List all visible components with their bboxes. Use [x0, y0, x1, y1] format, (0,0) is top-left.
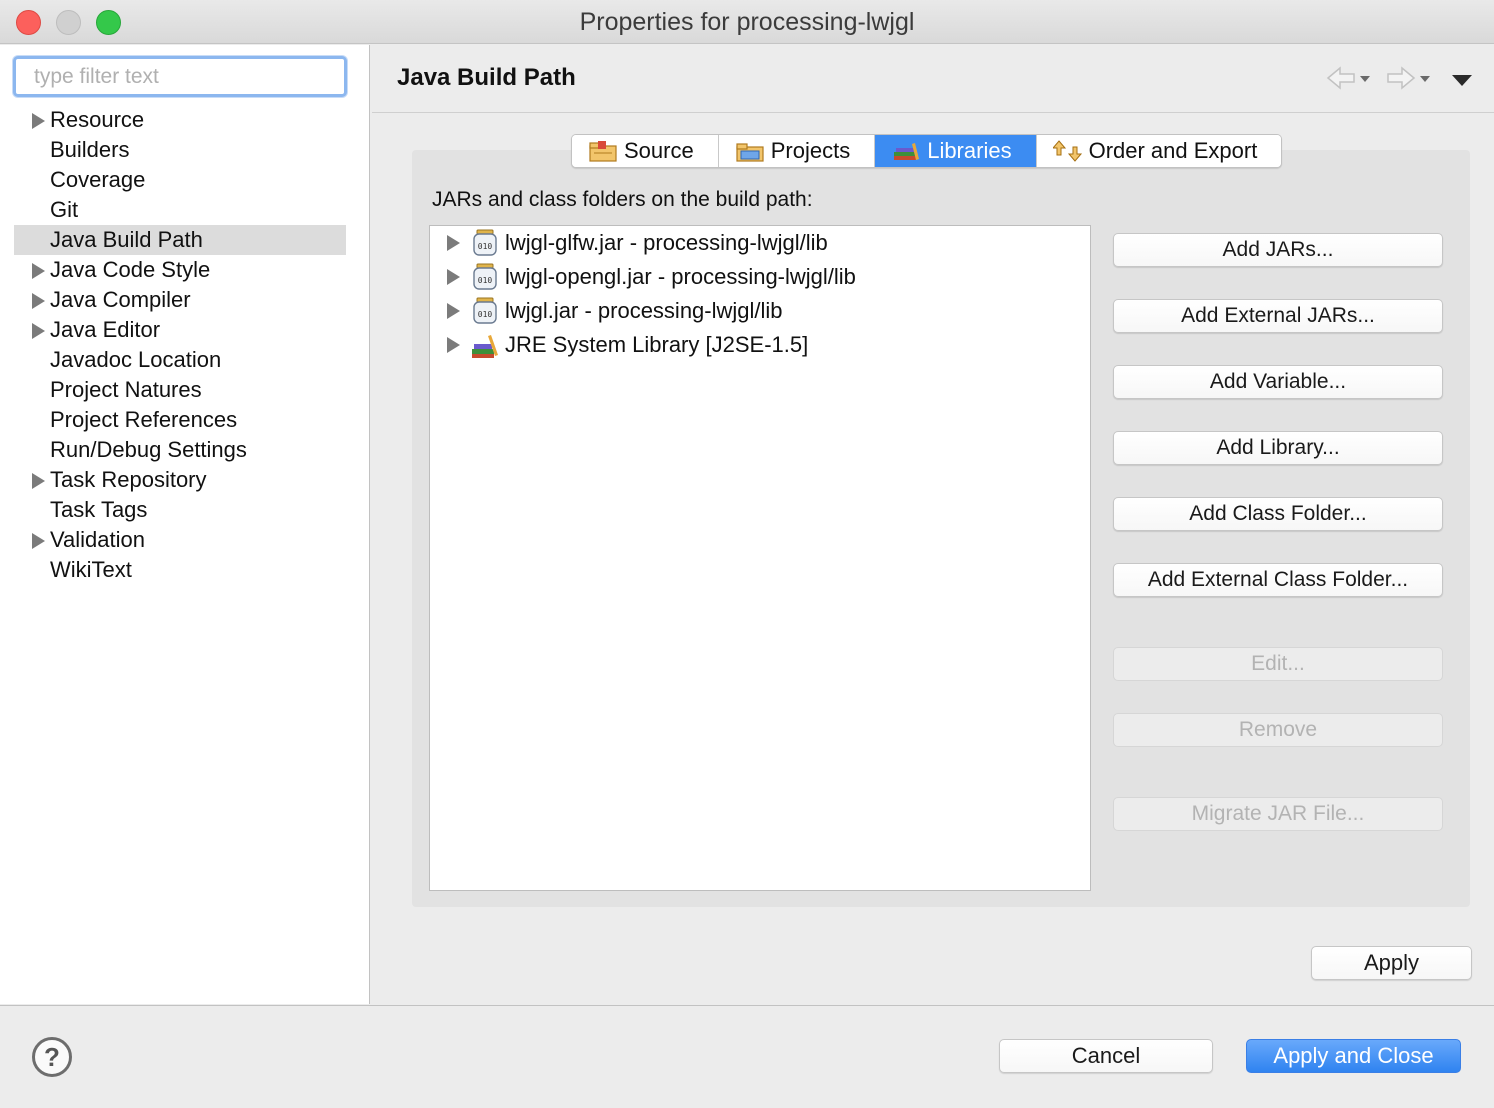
- tab-libraries[interactable]: Libraries: [875, 135, 1037, 167]
- tree-item-run-debug-settings[interactable]: Run/Debug Settings: [14, 435, 346, 465]
- tab-source[interactable]: Source: [572, 135, 719, 167]
- page-header: Java Build Path: [372, 45, 1494, 113]
- source-folder-icon: [589, 141, 617, 162]
- build-path-list[interactable]: 010 lwjgl-glfw.jar - processing-lwjgl/li…: [429, 225, 1091, 891]
- forward-arrow-icon[interactable]: [1384, 65, 1432, 93]
- jre-library-icon: [472, 335, 498, 358]
- tree-item-java-code-style[interactable]: Java Code Style: [14, 255, 346, 285]
- expand-arrow-icon[interactable]: [32, 473, 45, 489]
- tab-bar: Source Projects Libraries Order and Expo…: [571, 134, 1283, 168]
- expand-arrow-icon[interactable]: [32, 323, 45, 339]
- tree-item-java-editor[interactable]: Java Editor: [14, 315, 346, 345]
- tree-item-task-tags[interactable]: Task Tags: [14, 495, 346, 525]
- tree-item-project-natures[interactable]: Project Natures: [14, 375, 346, 405]
- tree-item-java-build-path[interactable]: Java Build Path: [14, 225, 346, 255]
- page-title: Java Build Path: [397, 64, 576, 91]
- add-jars-button[interactable]: Add JARs...: [1113, 233, 1443, 267]
- tree-item-git[interactable]: Git: [14, 195, 346, 225]
- build-path-list-label: JARs and class folders on the build path…: [432, 188, 813, 211]
- tab-projects[interactable]: Projects: [718, 135, 876, 167]
- tab-order-and-export[interactable]: Order and Export: [1036, 135, 1282, 167]
- tree-item-java-compiler[interactable]: Java Compiler: [14, 285, 346, 315]
- svg-text:010: 010: [478, 310, 493, 319]
- properties-nav-pane: Resource Builders Coverage Git Java Buil…: [0, 45, 370, 1004]
- expand-arrow-icon[interactable]: [32, 293, 45, 309]
- list-item-lwjgl-opengl[interactable]: 010 lwjgl-opengl.jar - processing-lwjgl/…: [430, 260, 1090, 294]
- add-external-class-folder-button[interactable]: Add External Class Folder...: [1113, 563, 1443, 597]
- jar-icon: 010: [473, 229, 497, 256]
- list-item-lwjgl[interactable]: 010 lwjgl.jar - processing-lwjgl/lib: [430, 294, 1090, 328]
- window-title: Properties for processing-lwjgl: [579, 8, 915, 36]
- expand-arrow-icon[interactable]: [447, 235, 460, 251]
- add-library-button[interactable]: Add Library...: [1113, 431, 1443, 465]
- expand-arrow-icon[interactable]: [447, 269, 460, 285]
- tree-item-wikitext[interactable]: WikiText: [14, 555, 346, 585]
- list-item-jre-system-library[interactable]: JRE System Library [J2SE-1.5]: [430, 328, 1090, 362]
- dialog-footer: ? Cancel Apply and Close: [0, 1005, 1494, 1108]
- remove-button[interactable]: Remove: [1113, 713, 1443, 747]
- apply-button[interactable]: Apply: [1311, 946, 1472, 980]
- tree-item-resource[interactable]: Resource: [14, 105, 346, 135]
- edit-button[interactable]: Edit...: [1113, 647, 1443, 681]
- add-variable-button[interactable]: Add Variable...: [1113, 365, 1443, 399]
- back-arrow-icon[interactable]: [1324, 65, 1372, 93]
- jar-icon: 010: [473, 263, 497, 290]
- list-item-lwjgl-glfw[interactable]: 010 lwjgl-glfw.jar - processing-lwjgl/li…: [430, 226, 1090, 260]
- tree-item-builders[interactable]: Builders: [14, 135, 346, 165]
- expand-arrow-icon[interactable]: [32, 113, 45, 129]
- tree-item-validation[interactable]: Validation: [14, 525, 346, 555]
- order-export-icon: [1052, 140, 1082, 162]
- apply-and-close-button[interactable]: Apply and Close: [1246, 1039, 1461, 1073]
- migrate-jar-button[interactable]: Migrate JAR File...: [1113, 797, 1443, 831]
- expand-arrow-icon[interactable]: [447, 303, 460, 319]
- add-class-folder-button[interactable]: Add Class Folder...: [1113, 497, 1443, 531]
- help-icon[interactable]: ?: [32, 1037, 72, 1077]
- svg-text:010: 010: [478, 242, 493, 251]
- view-menu-chevron-icon[interactable]: [1452, 75, 1472, 86]
- libraries-icon: [894, 143, 920, 160]
- filter-input[interactable]: [13, 56, 347, 97]
- tree-item-coverage[interactable]: Coverage: [14, 165, 346, 195]
- expand-arrow-icon[interactable]: [447, 337, 460, 353]
- jar-icon: 010: [473, 297, 497, 324]
- svg-text:010: 010: [478, 276, 493, 285]
- tree-item-task-repository[interactable]: Task Repository: [14, 465, 346, 495]
- properties-tree: Resource Builders Coverage Git Java Buil…: [14, 105, 346, 585]
- projects-folder-icon: [736, 143, 764, 162]
- cancel-button[interactable]: Cancel: [999, 1039, 1213, 1073]
- expand-arrow-icon[interactable]: [32, 263, 45, 279]
- tree-item-javadoc-location[interactable]: Javadoc Location: [14, 345, 346, 375]
- tree-item-project-references[interactable]: Project References: [14, 405, 346, 435]
- title-bar: Properties for processing-lwjgl: [0, 0, 1494, 44]
- expand-arrow-icon[interactable]: [32, 533, 45, 549]
- add-external-jars-button[interactable]: Add External JARs...: [1113, 299, 1443, 333]
